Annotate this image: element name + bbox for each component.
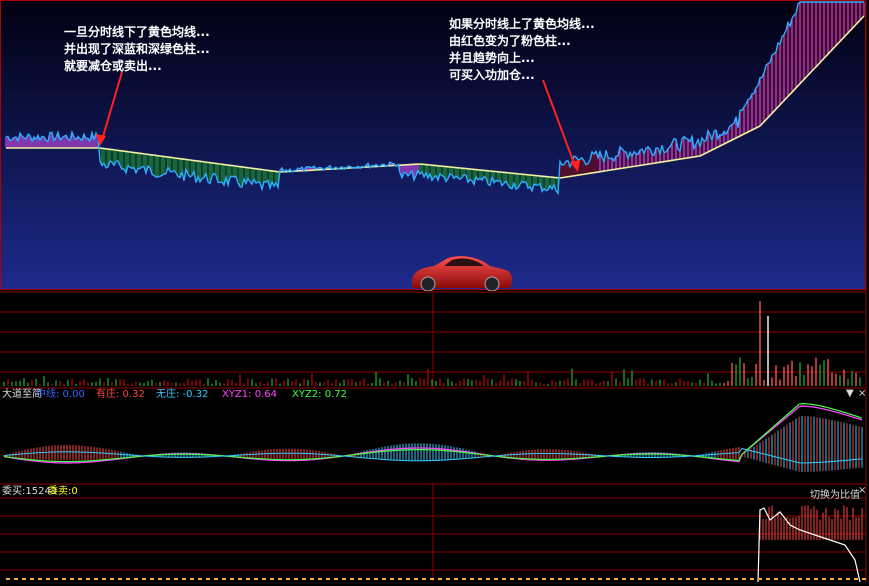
car-wheel-front <box>420 276 436 292</box>
chart-canvas[interactable] <box>0 0 869 583</box>
triangle-down-icon[interactable]: ▼ <box>846 388 854 399</box>
close-icon[interactable]: × <box>858 485 866 496</box>
car-wheel-rear <box>484 276 500 292</box>
buy-ratio-line <box>757 507 861 583</box>
indicator-field-有庄: 有庄: 0.32 <box>96 389 145 400</box>
close-icon[interactable]: × <box>858 388 866 399</box>
indicator-field-无庄: 无庄: -0.32 <box>156 389 209 400</box>
indicator-field-xyz1: XYZ1: 0.64 <box>222 389 277 400</box>
buy-annotation: 如果分时线上了黄色均线... 由红色变为了粉色柱... 并且趋势向上... 可买… <box>449 17 595 82</box>
indicator-field-xyz2: XYZ2: 0.72 <box>292 389 347 400</box>
chart-stage[interactable]: 一旦分时线下了黄色均线... 并出现了深蓝和深绿色柱... 就要减仓或卖出...… <box>0 0 869 583</box>
sell-annotation: 一旦分时线下了黄色均线... 并出现了深蓝和深绿色柱... 就要减仓或卖出... <box>64 25 210 73</box>
switch-ratio-button[interactable]: 切换为比值 <box>810 486 860 501</box>
indicator-field-中线: 中线: 0.00 <box>36 389 85 400</box>
sell-volume-label: 委卖:0 <box>48 486 78 497</box>
